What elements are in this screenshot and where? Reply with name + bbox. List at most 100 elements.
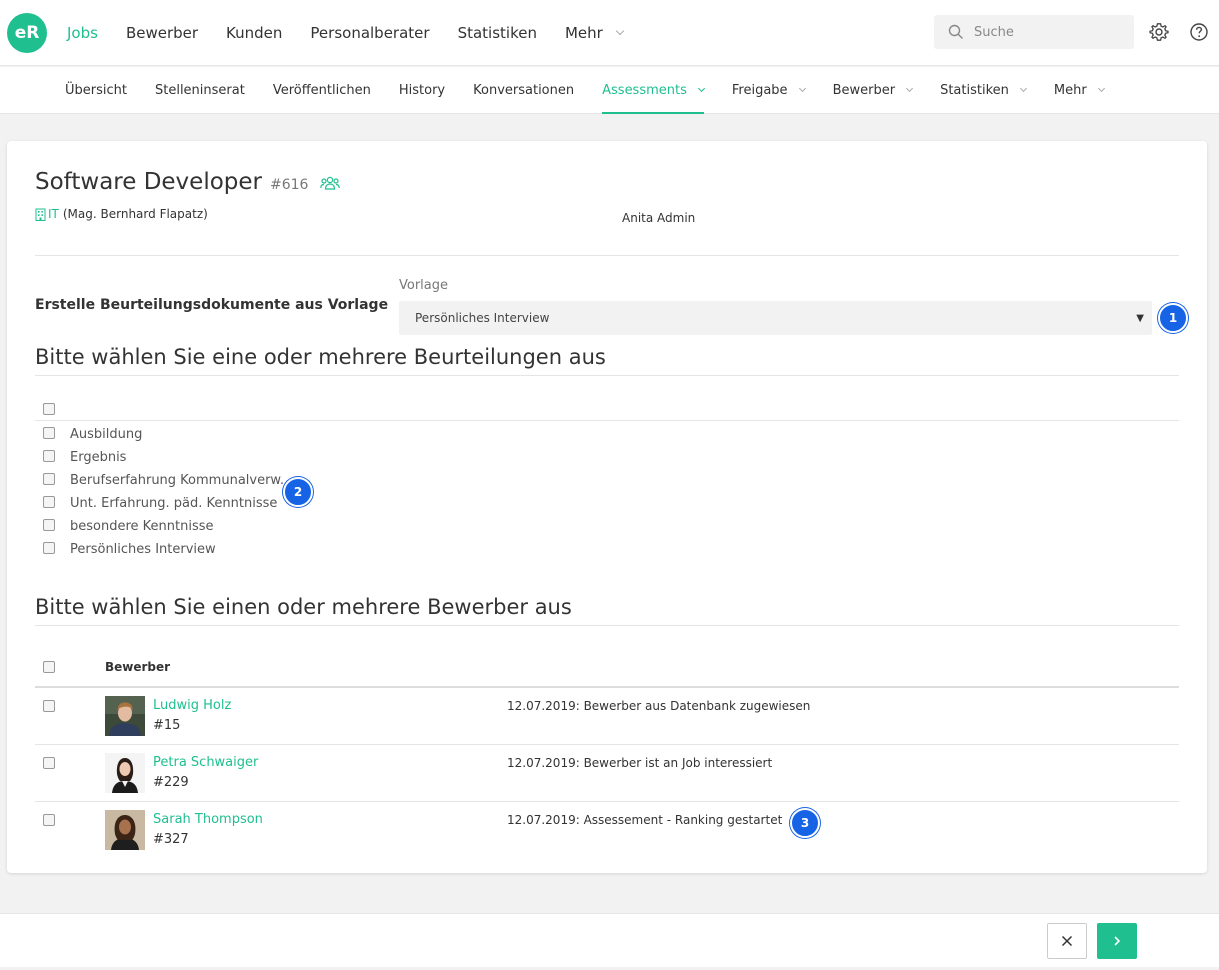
assessment-checkbox-ausbildung[interactable] [43,427,55,439]
nav-item-mehr[interactable]: Mehr [565,24,625,42]
table-header-divider [35,686,1179,688]
avatar[interactable] [105,810,145,850]
step-badge-1: 1 [1158,303,1188,333]
vorlage-field-label: Vorlage [399,278,449,293]
help-icon[interactable] [1189,22,1209,42]
close-icon [1061,935,1073,947]
tab-label: Konversationen [473,83,575,98]
app-logo[interactable]: eR [7,13,47,53]
step-badge-3: 3 [790,808,820,838]
search-input[interactable] [974,24,1124,40]
tab-label: Bewerber [832,83,896,98]
divider [35,420,1179,421]
team-icon[interactable] [320,175,341,191]
main-nav: Jobs Bewerber Kunden Personalberater Sta… [67,0,651,66]
chevron-down-icon [906,84,914,93]
department-info: IT (Mag. Bernhard Flapatz) [35,207,208,221]
assessment-label: Ergebnis [70,450,127,465]
row-divider [35,801,1179,802]
assessment-checkbox-persoenliches-interview[interactable] [43,542,55,554]
avatar-image [105,810,145,850]
chevron-down-icon [1097,84,1105,93]
candidate-name-link[interactable]: Sarah Thompson [153,812,263,827]
avatar[interactable] [105,696,145,736]
assessment-checkbox-berufserfahrung[interactable] [43,473,55,485]
assessment-checkbox-ergebnis[interactable] [43,450,55,462]
assessment-label: besondere Kenntnisse [70,519,214,534]
assessment-checkbox-besondere-kenntnisse[interactable] [43,519,55,531]
assessment-checkbox-unt-erfahrung[interactable] [43,496,55,508]
chevron-down-icon [697,84,705,93]
tab-label: Veröffentlichen [272,83,371,98]
assessment-card: Software Developer #616 IT (Mag. Bernhar… [7,141,1207,873]
chevron-down-icon [615,26,625,36]
cancel-button[interactable] [1047,923,1087,959]
candidate-status: 12.07.2019: Assessement - Ranking gestar… [507,813,783,827]
candidate-id: #229 [153,775,189,790]
search-box[interactable] [934,15,1134,49]
sub-nav: Übersicht Stelleninserat Veröffentlichen… [0,67,1219,114]
tab-label: Assessments [602,83,687,98]
nav-label: Bewerber [125,24,199,42]
candidate-name-link[interactable]: Petra Schwaiger [153,755,258,770]
next-button[interactable] [1097,923,1137,959]
candidate-checkbox[interactable] [43,700,55,712]
tab-label: History [398,83,446,98]
department-link[interactable]: IT [48,207,59,221]
assessment-label: Unt. Erfahrung. päd. Kenntnisse [70,496,278,511]
assessments-section-title: Bitte wählen Sie eine oder mehrere Beurt… [35,345,606,369]
nav-item-kunden[interactable]: Kunden [226,24,282,42]
tab-label: Mehr [1053,83,1087,98]
divider [35,255,1179,256]
column-header-bewerber: Bewerber [105,660,171,674]
candidate-name-link[interactable]: Ludwig Holz [153,698,231,713]
tab-label: Freigabe [731,83,788,98]
tab-assessments[interactable]: Assessments [602,67,705,114]
tab-label: Übersicht [65,83,127,98]
select-all-assessments-checkbox[interactable] [43,403,55,415]
top-bar: eR Jobs Bewerber Kunden Personalberater … [0,0,1219,66]
select-all-candidates-checkbox[interactable] [43,661,55,673]
candidate-checkbox[interactable] [43,757,55,769]
gear-icon[interactable] [1149,22,1169,42]
job-owner: Anita Admin [622,211,696,225]
tab-mehr[interactable]: Mehr [1053,67,1105,114]
chevron-right-icon [1114,936,1121,946]
avatar[interactable] [105,753,145,793]
caret-down-icon: ▼ [1136,313,1144,324]
divider [35,625,1179,626]
building-icon [35,208,46,221]
department-contact: (Mag. Bernhard Flapatz) [62,207,208,221]
nav-item-personalberater[interactable]: Personalberater [310,24,429,42]
tab-uebersicht[interactable]: Übersicht [65,67,127,114]
assessment-label: Ausbildung [70,427,143,442]
nav-label: Statistiken [457,24,537,42]
candidate-checkbox[interactable] [43,814,55,826]
tab-konversationen[interactable]: Konversationen [473,67,574,114]
tab-label: Stelleninserat [154,83,245,98]
footer-bar [0,913,1219,967]
assessment-label: Persönliches Interview [70,542,216,557]
vorlage-selected-value: Persönliches Interview [415,311,550,325]
nav-label: Personalberater [310,24,430,42]
job-id: #616 [270,177,309,193]
nav-label: Jobs [67,24,98,42]
candidate-id: #15 [153,718,181,733]
chevron-down-icon [798,84,806,93]
nav-item-statistiken[interactable]: Statistiken [458,24,537,42]
tab-freigabe[interactable]: Freigabe [731,67,806,114]
vorlage-select[interactable]: Persönliches Interview ▼ [399,301,1152,335]
candidate-id: #327 [153,832,189,847]
chevron-down-icon [1019,84,1027,93]
page-title: Software Developer #616 [35,169,341,195]
template-label: Erstelle Beurteilungsdokumente aus Vorla… [35,297,389,313]
search-icon [948,24,963,39]
nav-item-bewerber[interactable]: Bewerber [126,24,198,42]
nav-item-jobs[interactable]: Jobs [67,24,98,42]
tab-veroeffentlichen[interactable]: Veröffentlichen [273,67,371,114]
tab-statistiken[interactable]: Statistiken [940,67,1027,114]
tab-stelleninserat[interactable]: Stelleninserat [155,67,245,114]
tab-bewerber[interactable]: Bewerber [832,67,914,114]
tab-history[interactable]: History [399,67,445,114]
assessment-label: Berufserfahrung Kommunalverw. [70,473,285,488]
